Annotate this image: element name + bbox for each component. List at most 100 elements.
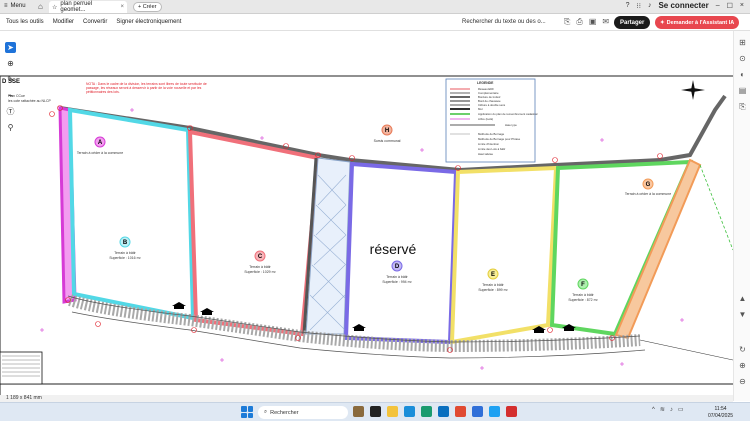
opera-icon[interactable] bbox=[455, 406, 466, 417]
menu-button[interactable]: ≡ Menu bbox=[4, 3, 26, 9]
svg-text:Sursis communal: Sursis communal bbox=[374, 139, 401, 143]
print-icon[interactable]: ⎙ bbox=[576, 17, 582, 27]
zoom-in-icon[interactable]: ⊕ bbox=[737, 360, 748, 371]
lot-h-letter: H bbox=[385, 128, 389, 134]
ai-summary-icon[interactable]: ⎘ bbox=[564, 17, 570, 27]
search-text-field[interactable]: Rechercher du texte ou des o... bbox=[462, 19, 546, 25]
store-icon[interactable] bbox=[421, 406, 432, 417]
maximize-icon[interactable]: ☐ bbox=[727, 2, 733, 10]
widget-icon[interactable] bbox=[353, 406, 364, 417]
home-icon[interactable]: ⌂ bbox=[38, 2, 43, 11]
svg-text:Terrain à céder à la commune: Terrain à céder à la commune bbox=[77, 151, 123, 155]
bell-icon[interactable]: ♪ bbox=[648, 2, 652, 9]
select-tool-icon[interactable]: ➤ bbox=[5, 42, 16, 53]
refresh-icon[interactable]: ↻ bbox=[737, 344, 748, 355]
right-rail: ⊞ ⊙ ◐ ▤ ⎘ ▲ ▼ ↻ ⊕ ⊖ bbox=[733, 31, 750, 401]
road-boundary bbox=[59, 94, 727, 173]
text-tool-icon[interactable]: Ⓣ bbox=[5, 106, 16, 117]
draw-tool-icon[interactable]: ⌁ bbox=[5, 90, 16, 101]
svg-text:Superficie : 872 m²: Superficie : 872 m² bbox=[568, 298, 598, 302]
menu-sign[interactable]: Signer électroniquement bbox=[116, 19, 181, 25]
svg-text:Limite des Lots à bâtir: Limite des Lots à bâtir bbox=[478, 147, 505, 151]
lot-c-letter: C bbox=[258, 254, 263, 260]
browser-tab-bar: ≡ Menu ⌂ ☆ plan perruel geomet... × + Cr… bbox=[0, 0, 750, 14]
menu-all-tools[interactable]: Tous les outils bbox=[6, 19, 44, 25]
task-view-icon[interactable] bbox=[370, 406, 381, 417]
svg-text:Superficie : 899 m²: Superficie : 899 m² bbox=[478, 288, 508, 292]
close-icon[interactable]: × bbox=[120, 4, 124, 10]
minimize-icon[interactable]: – bbox=[716, 2, 720, 9]
system-tray: ^ ≋ ♪ ▭ bbox=[652, 406, 684, 414]
share-button[interactable]: Partager bbox=[614, 16, 651, 29]
lot-e bbox=[449, 165, 559, 345]
wifi-icon[interactable]: ≋ bbox=[660, 406, 665, 413]
battery-icon[interactable]: ▭ bbox=[678, 406, 684, 413]
red-note-box: NOTA : Dans le cadre de la division, les… bbox=[86, 82, 207, 94]
windows-start-icon[interactable] bbox=[241, 406, 253, 418]
taskbar-search[interactable]: ⌕ Rechercher bbox=[258, 406, 348, 419]
page-down-icon[interactable]: ▼ bbox=[737, 309, 748, 320]
menu-convert[interactable]: Convertir bbox=[83, 19, 107, 25]
zoom-tool-icon[interactable]: ⊕ bbox=[5, 58, 16, 69]
ai-assistant-button[interactable]: ✦ Demander à l'Assistant IA bbox=[655, 16, 740, 29]
app-icon-2[interactable] bbox=[489, 406, 500, 417]
left-tool-column: ➤ ⊕ ✎ ⌁ Ⓣ ⚲ bbox=[0, 42, 20, 142]
edge-icon[interactable] bbox=[404, 406, 415, 417]
create-button[interactable]: + Créer bbox=[133, 2, 162, 12]
hatched-area bbox=[305, 157, 351, 335]
search-icon: ⌕ bbox=[264, 409, 268, 415]
lot-d-letter: D bbox=[395, 264, 400, 270]
pages-icon[interactable]: ▤ bbox=[737, 85, 748, 96]
red-note: NOTA : Dans le cadre de la division, les… bbox=[86, 82, 207, 94]
comments-icon[interactable]: ⊙ bbox=[737, 53, 748, 64]
svg-text:Haut talutée: Haut talutée bbox=[478, 152, 494, 156]
svg-text:Terrain à céder à la commune: Terrain à céder à la commune bbox=[625, 192, 671, 196]
mail-icon[interactable] bbox=[438, 406, 449, 417]
chevron-up-icon[interactable]: ^ bbox=[652, 407, 655, 413]
acrobat-icon[interactable] bbox=[506, 406, 517, 417]
file-explorer-icon[interactable] bbox=[387, 406, 398, 417]
toolbar-icons: ⎘ ⎙ ▣ ✉ bbox=[564, 17, 609, 27]
email-icon[interactable]: ✉ bbox=[602, 17, 609, 27]
tab-document[interactable]: ☆ plan perruel geomet... × bbox=[49, 1, 127, 13]
clock[interactable]: 11:54 07/04/2025 bbox=[708, 406, 733, 419]
annotate-tool-icon[interactable]: ✎ bbox=[5, 74, 16, 85]
svg-text:Application du plan de remembr: Application du plan de remembrement cada… bbox=[478, 112, 538, 116]
reserved-label: réservé bbox=[370, 241, 417, 257]
svg-text:Superficie : 994 m²: Superficie : 994 m² bbox=[382, 280, 412, 284]
add-icon[interactable]: ⊞ bbox=[737, 37, 748, 48]
hamburger-icon: ≡ bbox=[4, 3, 8, 9]
bookmark-icon[interactable]: ◐ bbox=[737, 69, 748, 80]
save-icon[interactable]: ▣ bbox=[589, 17, 597, 27]
menu-edit[interactable]: Modifier bbox=[53, 19, 74, 25]
document-canvas[interactable]: A B C D E F G H Terrain à céder à la com… bbox=[0, 31, 733, 395]
help-icon[interactable]: ? bbox=[626, 2, 630, 9]
app-icon[interactable] bbox=[472, 406, 483, 417]
svg-text:Méthode de Bornage pour Phrase: Méthode de Bornage pour Phrase bbox=[478, 137, 521, 141]
lot-b bbox=[67, 107, 196, 321]
share-side-icon[interactable]: ⎘ bbox=[737, 101, 748, 112]
page-up-icon[interactable]: ▲ bbox=[737, 293, 748, 304]
plan-drawing: A B C D E F G H Terrain à céder à la com… bbox=[0, 75, 733, 395]
svg-text:Limite d'Intention: Limite d'Intention bbox=[478, 142, 500, 146]
taskbar-apps bbox=[353, 406, 517, 417]
taskbar: ⌕ Rechercher ^ ≋ ♪ ▭ 11:54 07/04/2025 bbox=[0, 402, 750, 421]
svg-text:Terrain à bâtir: Terrain à bâtir bbox=[114, 251, 136, 255]
close-window-icon[interactable]: × bbox=[740, 2, 744, 9]
lot-markers: A B C D E F G H bbox=[94, 124, 654, 290]
lot-f-letter: F bbox=[581, 282, 585, 288]
sparkle-icon: ✦ bbox=[660, 19, 665, 26]
north-arrow-icon bbox=[681, 80, 705, 100]
svg-text:Terrain à bâtir: Terrain à bâtir bbox=[572, 293, 594, 297]
sign-in-link[interactable]: Se connecter bbox=[658, 1, 708, 10]
zoom-out-icon[interactable]: ⊖ bbox=[737, 376, 748, 387]
lot-f bbox=[549, 159, 694, 337]
svg-text:Superficie : 1016 m²: Superficie : 1016 m² bbox=[109, 256, 141, 260]
svg-text:Mur: Mur bbox=[478, 107, 483, 111]
volume-icon[interactable]: ♪ bbox=[670, 407, 673, 413]
page-size-status: 1 189 x 841 mm bbox=[0, 395, 733, 402]
apps-icon[interactable]: ⁝⁝ bbox=[637, 2, 641, 10]
stamp-tool-icon[interactable]: ⚲ bbox=[5, 122, 16, 133]
svg-text:Terrain à bâtir: Terrain à bâtir bbox=[386, 275, 408, 279]
star-icon: ☆ bbox=[52, 4, 58, 11]
